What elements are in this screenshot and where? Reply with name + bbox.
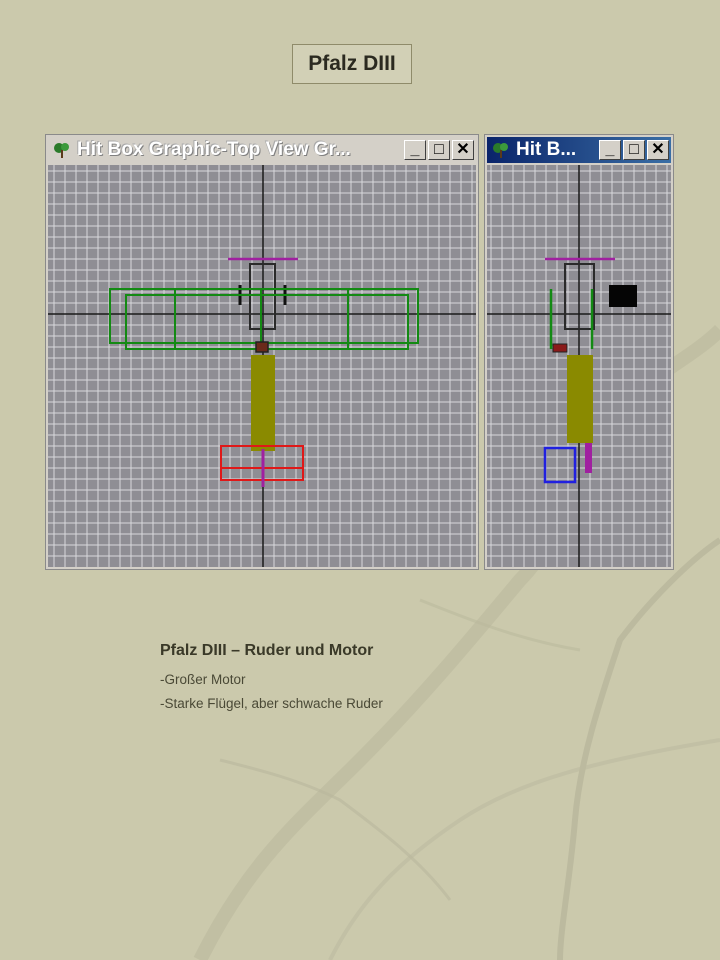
description: Pfalz DIII – Ruder und Motor -Großer Mot… [160,642,383,720]
top-view-canvas[interactable] [48,165,476,567]
plane-tree-icon [493,143,508,158]
maximize-icon[interactable]: □ [428,140,450,160]
rudder-hitbox [585,443,592,473]
cockpit-hitbox [255,341,269,353]
fuselage-hitbox [251,355,275,451]
cockpit-hitbox [552,343,568,353]
maximize-icon[interactable]: □ [623,140,645,160]
side-view-title: Hit B... [516,139,577,160]
plane-tree-icon [54,143,69,158]
page-title: Pfalz DIII [292,44,412,84]
fuselage-hitbox [567,355,593,443]
close-icon[interactable]: ✕ [647,140,669,160]
description-bullet-2: -Starke Flügel, aber schwache Ruder [160,696,383,711]
close-icon[interactable]: ✕ [452,140,474,160]
description-bullet-1: -Großer Motor [160,672,246,687]
minimize-icon[interactable]: _ [599,140,621,160]
description-heading: Pfalz DIII – Ruder und Motor [160,642,374,659]
side-view-titlebar[interactable]: Hit B... _ □ ✕ [487,137,671,163]
radiator-hitbox [609,285,637,307]
side-view-canvas[interactable] [487,165,671,567]
top-view-title: Hit Box Graphic-Top View Gr... [77,139,351,160]
minimize-icon[interactable]: _ [404,140,426,160]
top-view-window[interactable]: Hit Box Graphic-Top View Gr... _ □ ✕ [45,134,479,570]
side-view-window[interactable]: Hit B... _ □ ✕ [484,134,674,570]
tail-hitbox [543,446,577,484]
top-view-titlebar[interactable]: Hit Box Graphic-Top View Gr... _ □ ✕ [48,137,476,163]
wing-hitbox [109,288,419,350]
